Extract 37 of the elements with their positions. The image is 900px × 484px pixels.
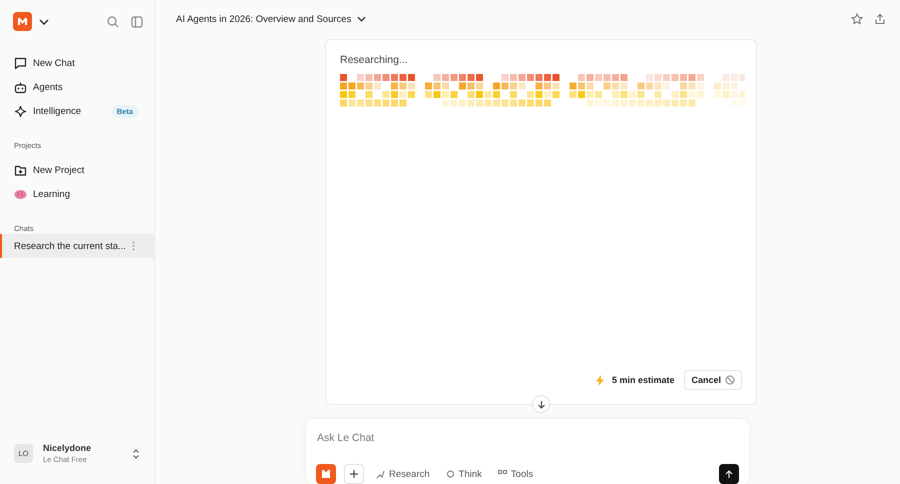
arrow-up-icon bbox=[725, 470, 733, 478]
sidebar-toggle-icon[interactable] bbox=[131, 16, 143, 28]
lightning-icon bbox=[596, 374, 604, 386]
more-icon[interactable] bbox=[132, 241, 135, 251]
nav-item[interactable]: New Chat bbox=[0, 51, 154, 75]
share-icon[interactable] bbox=[874, 13, 886, 26]
tool-button[interactable]: Think bbox=[442, 468, 486, 480]
scroll-down-button[interactable] bbox=[532, 395, 550, 413]
chevron-down-icon[interactable] bbox=[39, 18, 49, 24]
sparkle-icon bbox=[14, 104, 27, 118]
chat-bubble-icon bbox=[14, 56, 27, 70]
send-button[interactable] bbox=[719, 464, 739, 484]
cancel-button[interactable]: Cancel bbox=[684, 370, 742, 390]
nav-item[interactable]: Agents bbox=[0, 75, 154, 99]
chat-title[interactable]: AI Agents in 2026: Overview and Sources bbox=[176, 14, 366, 25]
circle-icon bbox=[446, 470, 455, 478]
search-icon[interactable] bbox=[107, 16, 119, 28]
mode-button[interactable] bbox=[316, 464, 336, 484]
project-item[interactable]: New Project bbox=[0, 158, 154, 182]
plus-icon bbox=[350, 470, 358, 478]
research-status: Researching... bbox=[340, 54, 409, 66]
star-icon[interactable] bbox=[851, 13, 863, 26]
user-name: Nicelydone bbox=[43, 443, 92, 453]
folder-plus-icon bbox=[14, 164, 27, 176]
tool-button[interactable]: Tools bbox=[494, 468, 538, 480]
time-estimate: 5 min estimate bbox=[612, 375, 674, 385]
robot-icon bbox=[14, 80, 27, 94]
expand-icon[interactable] bbox=[132, 448, 140, 458]
tool-button[interactable]: Research bbox=[372, 468, 434, 480]
arrow-down-icon bbox=[536, 400, 546, 408]
project-item[interactable]: Learning bbox=[0, 182, 154, 206]
chat-item[interactable]: Research the current sta... bbox=[0, 234, 154, 258]
add-button[interactable] bbox=[344, 464, 364, 484]
message-composer[interactable]: Ask Le Chat Research Think Tools bbox=[306, 419, 749, 484]
chart-line-icon bbox=[376, 470, 385, 478]
chevron-down-icon bbox=[357, 16, 366, 22]
cancel-icon bbox=[725, 375, 735, 385]
